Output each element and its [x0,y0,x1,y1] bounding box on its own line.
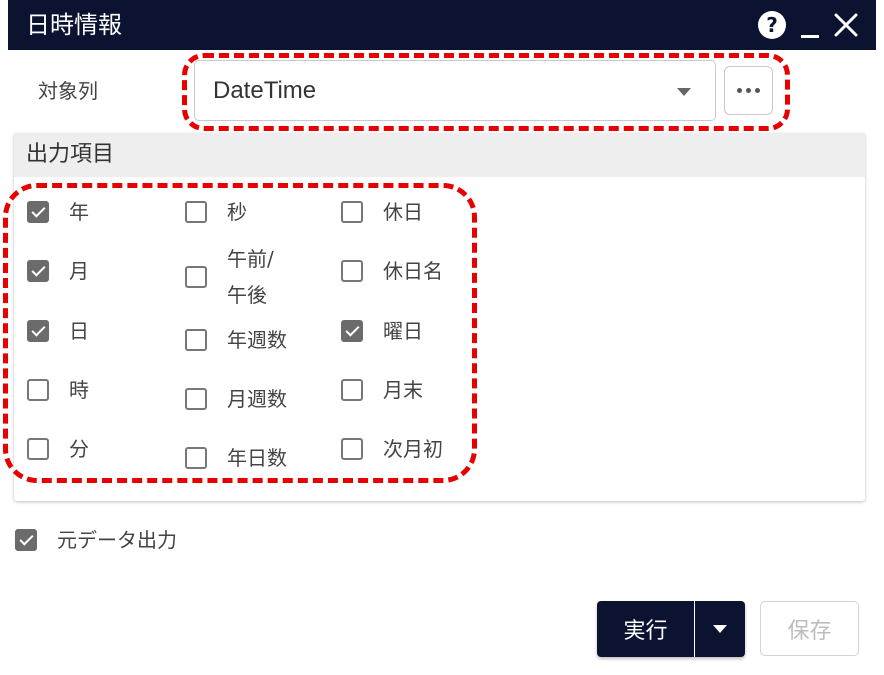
checkbox-day[interactable]: 日 [27,314,89,348]
more-options-button[interactable] [724,66,773,115]
checkbox[interactable] [341,320,363,342]
checkbox-second[interactable]: 秒 [185,195,247,229]
checkbox[interactable] [27,320,49,342]
checkbox-holiday-name[interactable]: 休日名 [341,254,443,288]
checkbox-day-of-year[interactable]: 年日数 [185,441,287,475]
checkbox[interactable] [185,447,207,469]
checkbox-label: 休日 [383,200,423,224]
checkbox-label: 日 [69,319,89,343]
checkbox[interactable] [341,438,363,460]
save-button[interactable]: 保存 [760,601,859,656]
help-icon[interactable]: ? [756,9,788,41]
checkbox-month-end[interactable]: 月末 [341,373,423,407]
checkbox-label: 分 [69,437,89,461]
checkbox-label: 秒 [227,200,247,224]
checkbox-label: 休日名 [383,259,443,283]
checkbox-label: 時 [69,378,89,402]
output-items-title: 出力項目 [26,142,115,167]
caret-down-icon [713,625,727,633]
checkbox-label: 年日数 [227,446,287,470]
checkbox-ampm[interactable]: 午前/午後 [185,241,287,313]
checkbox-week-of-year[interactable]: 年週数 [185,323,287,357]
checkbox[interactable] [185,329,207,351]
checkbox-week-of-month[interactable]: 月週数 [185,382,287,416]
run-button[interactable]: 実行 [597,601,694,657]
checkbox[interactable] [185,266,207,288]
checkbox-label: 月 [69,259,89,283]
window-title-bar: 日時情報 ? [8,0,876,50]
minimize-icon[interactable] [798,9,822,41]
target-column-select[interactable]: DateTime [194,60,716,121]
checkbox[interactable] [341,260,363,282]
run-options-button[interactable] [695,601,745,657]
checkbox-label: 午前/午後 [227,247,274,307]
checkbox[interactable] [341,379,363,401]
checkbox-year[interactable]: 年 [27,195,89,229]
checkbox[interactable] [185,388,207,410]
checkbox-holiday[interactable]: 休日 [341,195,423,229]
window-title: 日時情報 [26,11,122,39]
checkbox-weekday[interactable]: 曜日 [341,314,423,348]
checkbox[interactable] [341,201,363,223]
checkbox-original-data-output[interactable]: 元データ出力 [15,527,177,553]
checkbox-next-month-start[interactable]: 次月初 [341,432,443,466]
checkbox[interactable] [15,529,37,551]
checkbox[interactable] [27,201,49,223]
target-column-label: 対象列 [38,79,98,103]
checkbox[interactable] [185,201,207,223]
checkbox-label: 月末 [383,378,423,402]
run-button-divider [694,601,695,657]
checkbox-label: 年週数 [227,328,287,352]
target-column-value: DateTime [213,77,317,104]
close-icon[interactable] [830,9,862,41]
checkbox-label: 月週数 [227,387,287,411]
checkbox-label: 曜日 [383,319,423,343]
checkbox-hour[interactable]: 時 [27,373,89,407]
checkbox-month[interactable]: 月 [27,254,89,288]
checkbox-label: 次月初 [383,437,443,461]
checkbox[interactable] [27,379,49,401]
caret-down-icon[interactable] [677,88,691,96]
checkbox-minute[interactable]: 分 [27,432,89,466]
checkbox-label: 年 [69,200,89,224]
checkbox-label: 元データ出力 [57,528,177,552]
checkbox[interactable] [27,260,49,282]
checkbox[interactable] [27,438,49,460]
output-items-header: 出力項目 [14,133,865,177]
ellipsis-icon [737,88,742,93]
run-button-group: 実行 [597,601,745,657]
output-items-panel: 出力項目 年 月 日 時 分 秒 午前/午後 年週数 月週数 年日数 休日 休日… [14,133,865,501]
